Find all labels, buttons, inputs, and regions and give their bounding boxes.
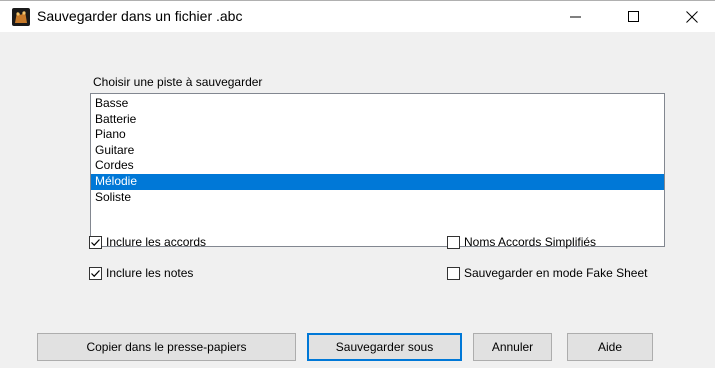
help-button[interactable]: Aide <box>567 333 653 361</box>
list-item-basse[interactable]: Basse <box>91 96 664 112</box>
track-listbox[interactable]: Basse Batterie Piano Guitare Cordes Mélo… <box>90 93 665 247</box>
maximize-button[interactable] <box>611 1 657 32</box>
list-item-soliste[interactable]: Soliste <box>91 190 664 206</box>
list-item-batterie[interactable]: Batterie <box>91 112 664 128</box>
list-item-melodie[interactable]: Mélodie <box>91 173 664 190</box>
simplified-chord-names-label: Noms Accords Simplifiés <box>464 235 597 249</box>
fake-sheet-mode-label: Sauvegarder en mode Fake Sheet <box>464 266 648 280</box>
maximize-icon <box>628 10 639 22</box>
save-abc-dialog: Sauvegarder dans un fichier .abc Choisir… <box>0 0 715 368</box>
checkmark-icon <box>91 269 100 277</box>
cancel-button[interactable]: Annuler <box>473 333 552 361</box>
dialog-body: Choisir une piste à sauvegarder Basse Ba… <box>0 32 715 368</box>
minimize-icon <box>570 16 581 17</box>
close-button[interactable] <box>669 1 715 32</box>
include-chords-checkbox[interactable] <box>89 235 102 249</box>
title-bar[interactable]: Sauvegarder dans un fichier .abc <box>0 1 715 32</box>
copy-to-clipboard-button[interactable]: Copier dans le presse-papiers <box>37 333 296 361</box>
include-chords-label: Inclure les accords <box>106 235 207 249</box>
include-notes-option[interactable]: Inclure les notes <box>89 266 193 280</box>
track-list-label: Choisir une piste à sauvegarder <box>93 75 263 89</box>
save-as-button[interactable]: Sauvegarder sous <box>307 333 462 361</box>
minimize-button[interactable] <box>553 1 599 32</box>
simplified-chord-names-option[interactable]: Noms Accords Simplifiés <box>447 235 596 249</box>
list-item-piano[interactable]: Piano <box>91 127 664 143</box>
fake-sheet-mode-option[interactable]: Sauvegarder en mode Fake Sheet <box>447 266 647 280</box>
window-title: Sauvegarder dans un fichier .abc <box>37 8 243 24</box>
list-item-guitare[interactable]: Guitare <box>91 143 664 159</box>
close-icon <box>686 10 698 23</box>
include-notes-label: Inclure les notes <box>106 266 194 280</box>
list-item-cordes[interactable]: Cordes <box>91 158 664 174</box>
include-chords-option[interactable]: Inclure les accords <box>89 235 206 249</box>
checkmark-icon <box>91 238 100 246</box>
include-notes-checkbox[interactable] <box>89 266 102 280</box>
app-icon <box>12 8 30 26</box>
fake-sheet-mode-checkbox[interactable] <box>447 266 460 280</box>
simplified-chord-names-checkbox[interactable] <box>447 235 460 249</box>
